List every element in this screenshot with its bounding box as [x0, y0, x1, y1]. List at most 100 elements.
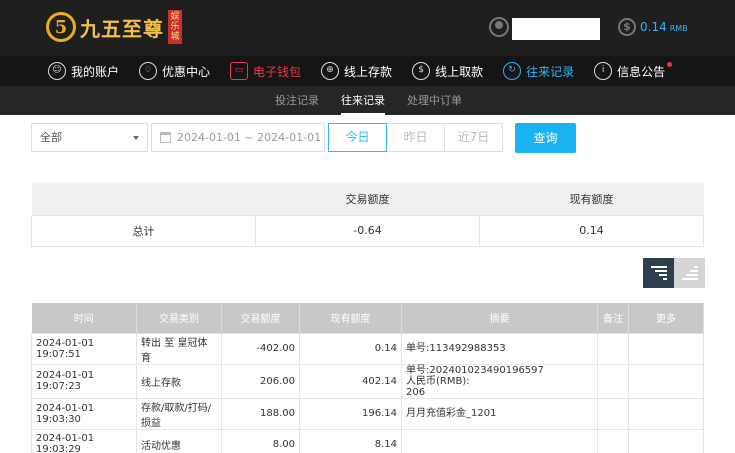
cell-time: 2024-01-01 19:07:23 [31, 363, 137, 399]
sort-desc-button[interactable] [643, 258, 674, 288]
col-more: 更多 [628, 303, 704, 333]
balance-currency: RMB [669, 24, 688, 33]
user-avatar-icon[interactable] [489, 17, 509, 37]
sort-asc-button[interactable] [674, 258, 705, 288]
cell-balance: 402.14 [299, 363, 402, 399]
col-amount: 交易额度 [221, 303, 300, 333]
cell-summary: 月月充值彩金_1201 [401, 397, 598, 430]
cell-time: 2024-01-01 19:03:30 [31, 397, 137, 430]
notification-dot [667, 62, 673, 67]
brand-name: 九五至尊 [80, 16, 164, 41]
notice-icon: i [594, 62, 613, 80]
table-row: 2024-01-01 19:03:29 活动优惠 8.00 8.14 [31, 428, 704, 453]
records-table: 时间 交易类别 交易额度 现有额度 摘要 备注 更多 2024-01-01 19… [31, 303, 704, 453]
cell-type: 线上存款 [136, 363, 222, 399]
cell-note [597, 428, 629, 453]
date-range-value: 2024-01-01 ~ 2024-01-01 [177, 131, 322, 144]
nav-item-label: 线上存款 [344, 64, 393, 79]
subnav-bet-records[interactable]: 投注记录 [275, 86, 319, 115]
cell-type: 转出 至 皇冠体育 [136, 332, 222, 365]
cell-amount: 206.00 [221, 363, 300, 399]
records-header-row: 时间 交易类别 交易额度 现有额度 摘要 备注 更多 [31, 303, 704, 333]
brand-tag: 娱乐城 [168, 10, 182, 44]
table-row: 2024-01-01 19:07:51 转出 至 皇冠体育 -402.00 0.14 单… [31, 332, 704, 365]
coin-icon: $ [618, 18, 636, 36]
sort-asc-icon [681, 266, 698, 280]
nav-item-label: 优惠中心 [162, 64, 211, 79]
subnav-transaction-records[interactable]: 往来记录 [341, 86, 385, 115]
main-nav: ☺ 我的账户 ♢ 优惠中心 ▭ 电子钱包 ⊕ 线上存款 $ 线上取款 ↻ 往来记录 i 信息公告 [0, 56, 735, 86]
quick-range-group: 今日 昨日 近7日 [328, 123, 503, 152]
cell-amount: -402.00 [221, 332, 300, 365]
table-row: 2024-01-01 19:03:30 存款/取款/打码/损益 188.00 196.… [31, 397, 704, 430]
nav-item-wallet[interactable]: ▭ 电子钱包 [230, 56, 301, 86]
summary-total-amount: -0.64 [255, 214, 480, 247]
balance-display: 0.14 RMB [640, 20, 688, 34]
deposit-icon: ⊕ [321, 62, 340, 80]
cell-summary: 单号:202401023490196597 人民币(RMB): 206 [401, 363, 598, 399]
nav-item-notice[interactable]: i 信息公告 [594, 56, 673, 86]
summary-header-blank [31, 183, 256, 215]
wallet-icon: ▭ [230, 62, 249, 80]
nav-item-label: 信息公告 [617, 64, 666, 79]
cell-amount: 188.00 [221, 397, 300, 430]
range-today-button[interactable]: 今日 [328, 123, 387, 152]
gift-icon: ♢ [139, 62, 158, 80]
brand-logo[interactable]: 5 九五至尊 娱乐城 [46, 7, 182, 47]
transaction-type-select[interactable]: 全部 [31, 123, 148, 152]
range-yesterday-button[interactable]: 昨日 [386, 123, 445, 152]
nav-item-deposit[interactable]: ⊕ 线上存款 [321, 56, 392, 86]
nav-item-withdraw[interactable]: $ 线上取款 [412, 56, 483, 86]
cell-balance: 8.14 [299, 428, 402, 453]
table-row: 2024-01-01 19:07:23 线上存款 206.00 402.14 单号:20… [31, 363, 704, 399]
username-masked [512, 18, 600, 40]
cell-balance: 0.14 [299, 332, 402, 365]
cell-summary [401, 428, 598, 453]
cell-time: 2024-01-01 19:07:51 [31, 332, 137, 365]
cell-amount: 8.00 [221, 428, 300, 453]
logo-mark-icon: 5 [46, 12, 76, 42]
user-icon: ☺ [48, 62, 66, 80]
cell-type: 存款/取款/打码/损益 [136, 397, 222, 430]
cell-more [628, 363, 704, 399]
sort-desc-icon [650, 266, 667, 280]
col-time: 时间 [31, 303, 137, 333]
col-type: 交易类别 [136, 303, 222, 333]
balance-amount: 0.14 [640, 20, 667, 34]
cell-time: 2024-01-01 19:03:29 [31, 428, 137, 453]
nav-item-records[interactable]: ↻ 往来记录 [503, 56, 574, 86]
nav-item-label: 往来记录 [526, 64, 575, 79]
nav-item-label: 线上取款 [435, 64, 484, 79]
records-icon: ↻ [503, 62, 522, 80]
nav-item-user[interactable]: ☺ 我的账户 [48, 56, 119, 86]
summary-header-balance: 现有额度 [479, 183, 704, 215]
nav-item-gift[interactable]: ♢ 优惠中心 [139, 56, 210, 86]
summary-table: 交易额度 现有额度 总计 -0.64 0.14 [31, 183, 704, 247]
summary-total-balance: 0.14 [479, 214, 704, 247]
sort-toggle [643, 258, 705, 288]
nav-item-label: 我的账户 [71, 64, 120, 79]
cell-more [628, 428, 704, 453]
cell-more [628, 397, 704, 430]
select-value: 全部 [40, 131, 62, 144]
cell-balance: 196.14 [299, 397, 402, 430]
range-7days-button[interactable]: 近7日 [444, 123, 503, 152]
query-button[interactable]: 查询 [515, 123, 576, 153]
summary-header-row: 交易额度 现有额度 [31, 183, 704, 215]
withdraw-icon: $ [412, 62, 431, 80]
top-bar: 5 九五至尊 娱乐城 $ 0.14 RMB [0, 0, 735, 56]
date-range-input[interactable]: 2024-01-01 ~ 2024-01-01 [151, 123, 325, 152]
subnav-pending-orders[interactable]: 处理中订单 [407, 86, 462, 115]
col-balance: 现有额度 [299, 303, 402, 333]
col-summary: 摘要 [401, 303, 598, 333]
summary-total-label: 总计 [31, 214, 256, 247]
cell-note [597, 363, 629, 399]
summary-total-row: 总计 -0.64 0.14 [31, 214, 704, 247]
calendar-icon [160, 132, 171, 143]
cell-more [628, 332, 704, 365]
cell-note [597, 332, 629, 365]
cell-note [597, 397, 629, 430]
chevron-down-icon [133, 136, 139, 140]
nav-item-label: 电子钱包 [253, 64, 302, 79]
cell-summary: 单号:113492988353 [401, 332, 598, 365]
